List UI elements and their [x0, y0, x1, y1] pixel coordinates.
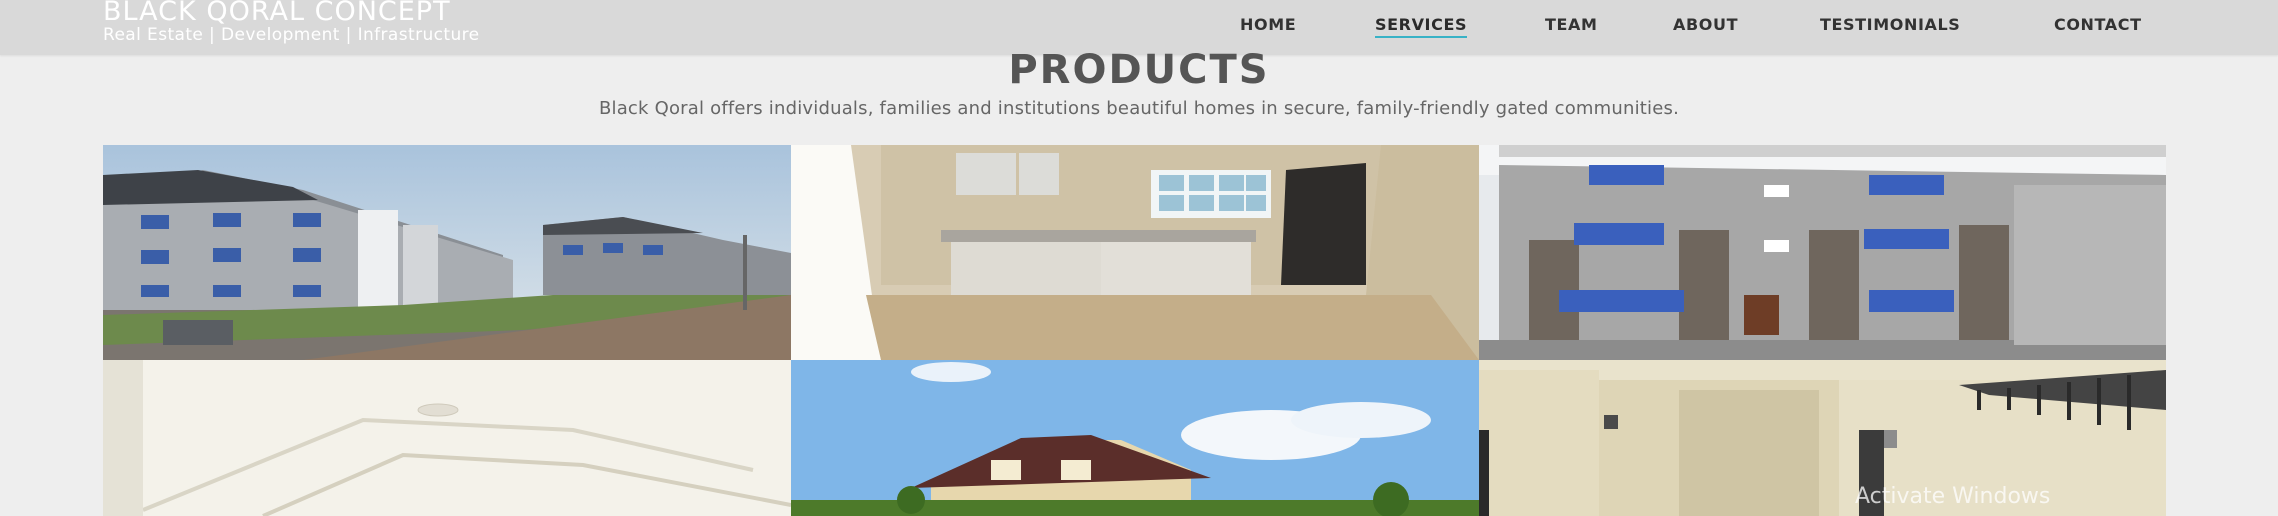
- ceiling-interior-photo[interactable]: [103, 360, 791, 516]
- terrace-building-photo[interactable]: [1479, 145, 2166, 360]
- duplex-house-photo[interactable]: [791, 360, 1479, 516]
- nav-item-testimonials[interactable]: TESTIMONIALS: [1820, 15, 1960, 34]
- brand-title[interactable]: BLACK QORAL CONCEPT: [103, 0, 451, 27]
- nav-item-services-label: SERVICES: [1375, 15, 1468, 34]
- active-nav-underline: [1375, 36, 1468, 38]
- estate-street-photo[interactable]: [103, 145, 791, 360]
- product-gallery: [103, 145, 2166, 516]
- nav-item-home[interactable]: HOME: [1240, 15, 1296, 34]
- section-description: Black Qoral offers individuals, families…: [598, 98, 1680, 119]
- staircase-interior-photo[interactable]: [1479, 360, 2166, 516]
- windows-activation-watermark: Activate Windows: [1855, 484, 2051, 509]
- nav-item-about[interactable]: ABOUT: [1673, 15, 1738, 34]
- brand-tagline: Real Estate | Development | Infrastructu…: [103, 25, 480, 45]
- nav-item-contact[interactable]: CONTACT: [2054, 15, 2142, 34]
- section-title: PRODUCTS: [1008, 47, 1270, 93]
- kitchen-interior-photo[interactable]: [791, 145, 1479, 360]
- nav-item-services[interactable]: SERVICES: [1375, 15, 1468, 38]
- nav-item-team[interactable]: TEAM: [1545, 15, 1598, 34]
